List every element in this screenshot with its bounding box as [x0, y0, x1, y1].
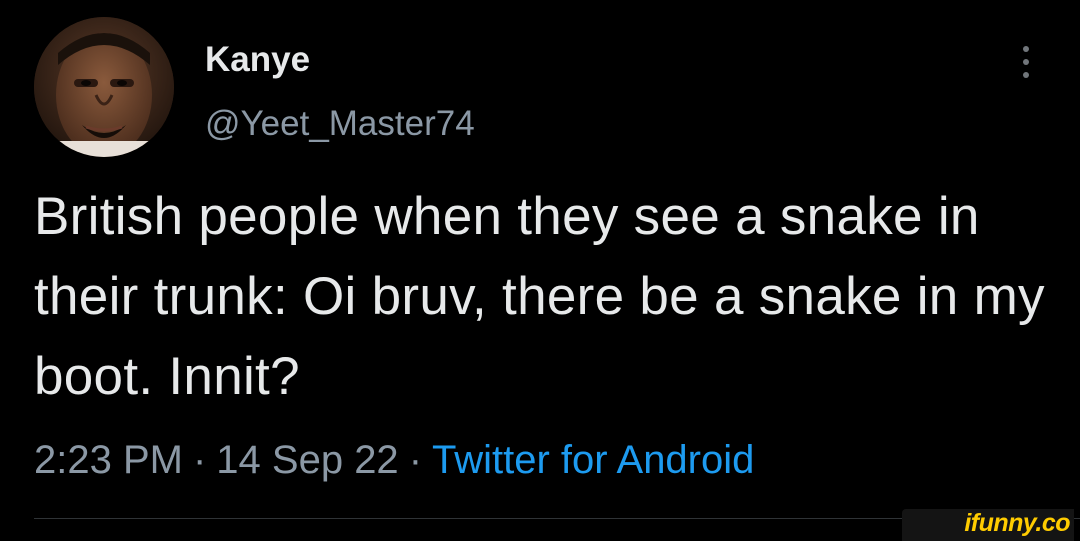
tweet-source-link[interactable]: Twitter for Android: [432, 438, 754, 482]
tweet-meta: 2:23 PM · 14 Sep 22 · Twitter for Android: [34, 432, 754, 488]
tweet-text: British people when they see a snake in …: [34, 187, 1045, 406]
avatar[interactable]: [34, 17, 174, 157]
meta-separator: ·: [408, 438, 423, 482]
meta-separator: ·: [192, 438, 207, 482]
tweet-date: 14 Sep 22: [216, 438, 399, 482]
profile-photo-icon: [34, 17, 174, 157]
tweet-time: 2:23 PM: [34, 438, 183, 482]
user-handle[interactable]: @Yeet_Master74: [205, 100, 475, 148]
display-name[interactable]: Kanye: [205, 36, 310, 84]
ifunny-watermark: ifunny.co: [964, 509, 1070, 537]
tweet-card: Kanye @Yeet_Master74 British people when…: [0, 0, 1080, 541]
more-vertical-icon[interactable]: [1004, 40, 1048, 84]
